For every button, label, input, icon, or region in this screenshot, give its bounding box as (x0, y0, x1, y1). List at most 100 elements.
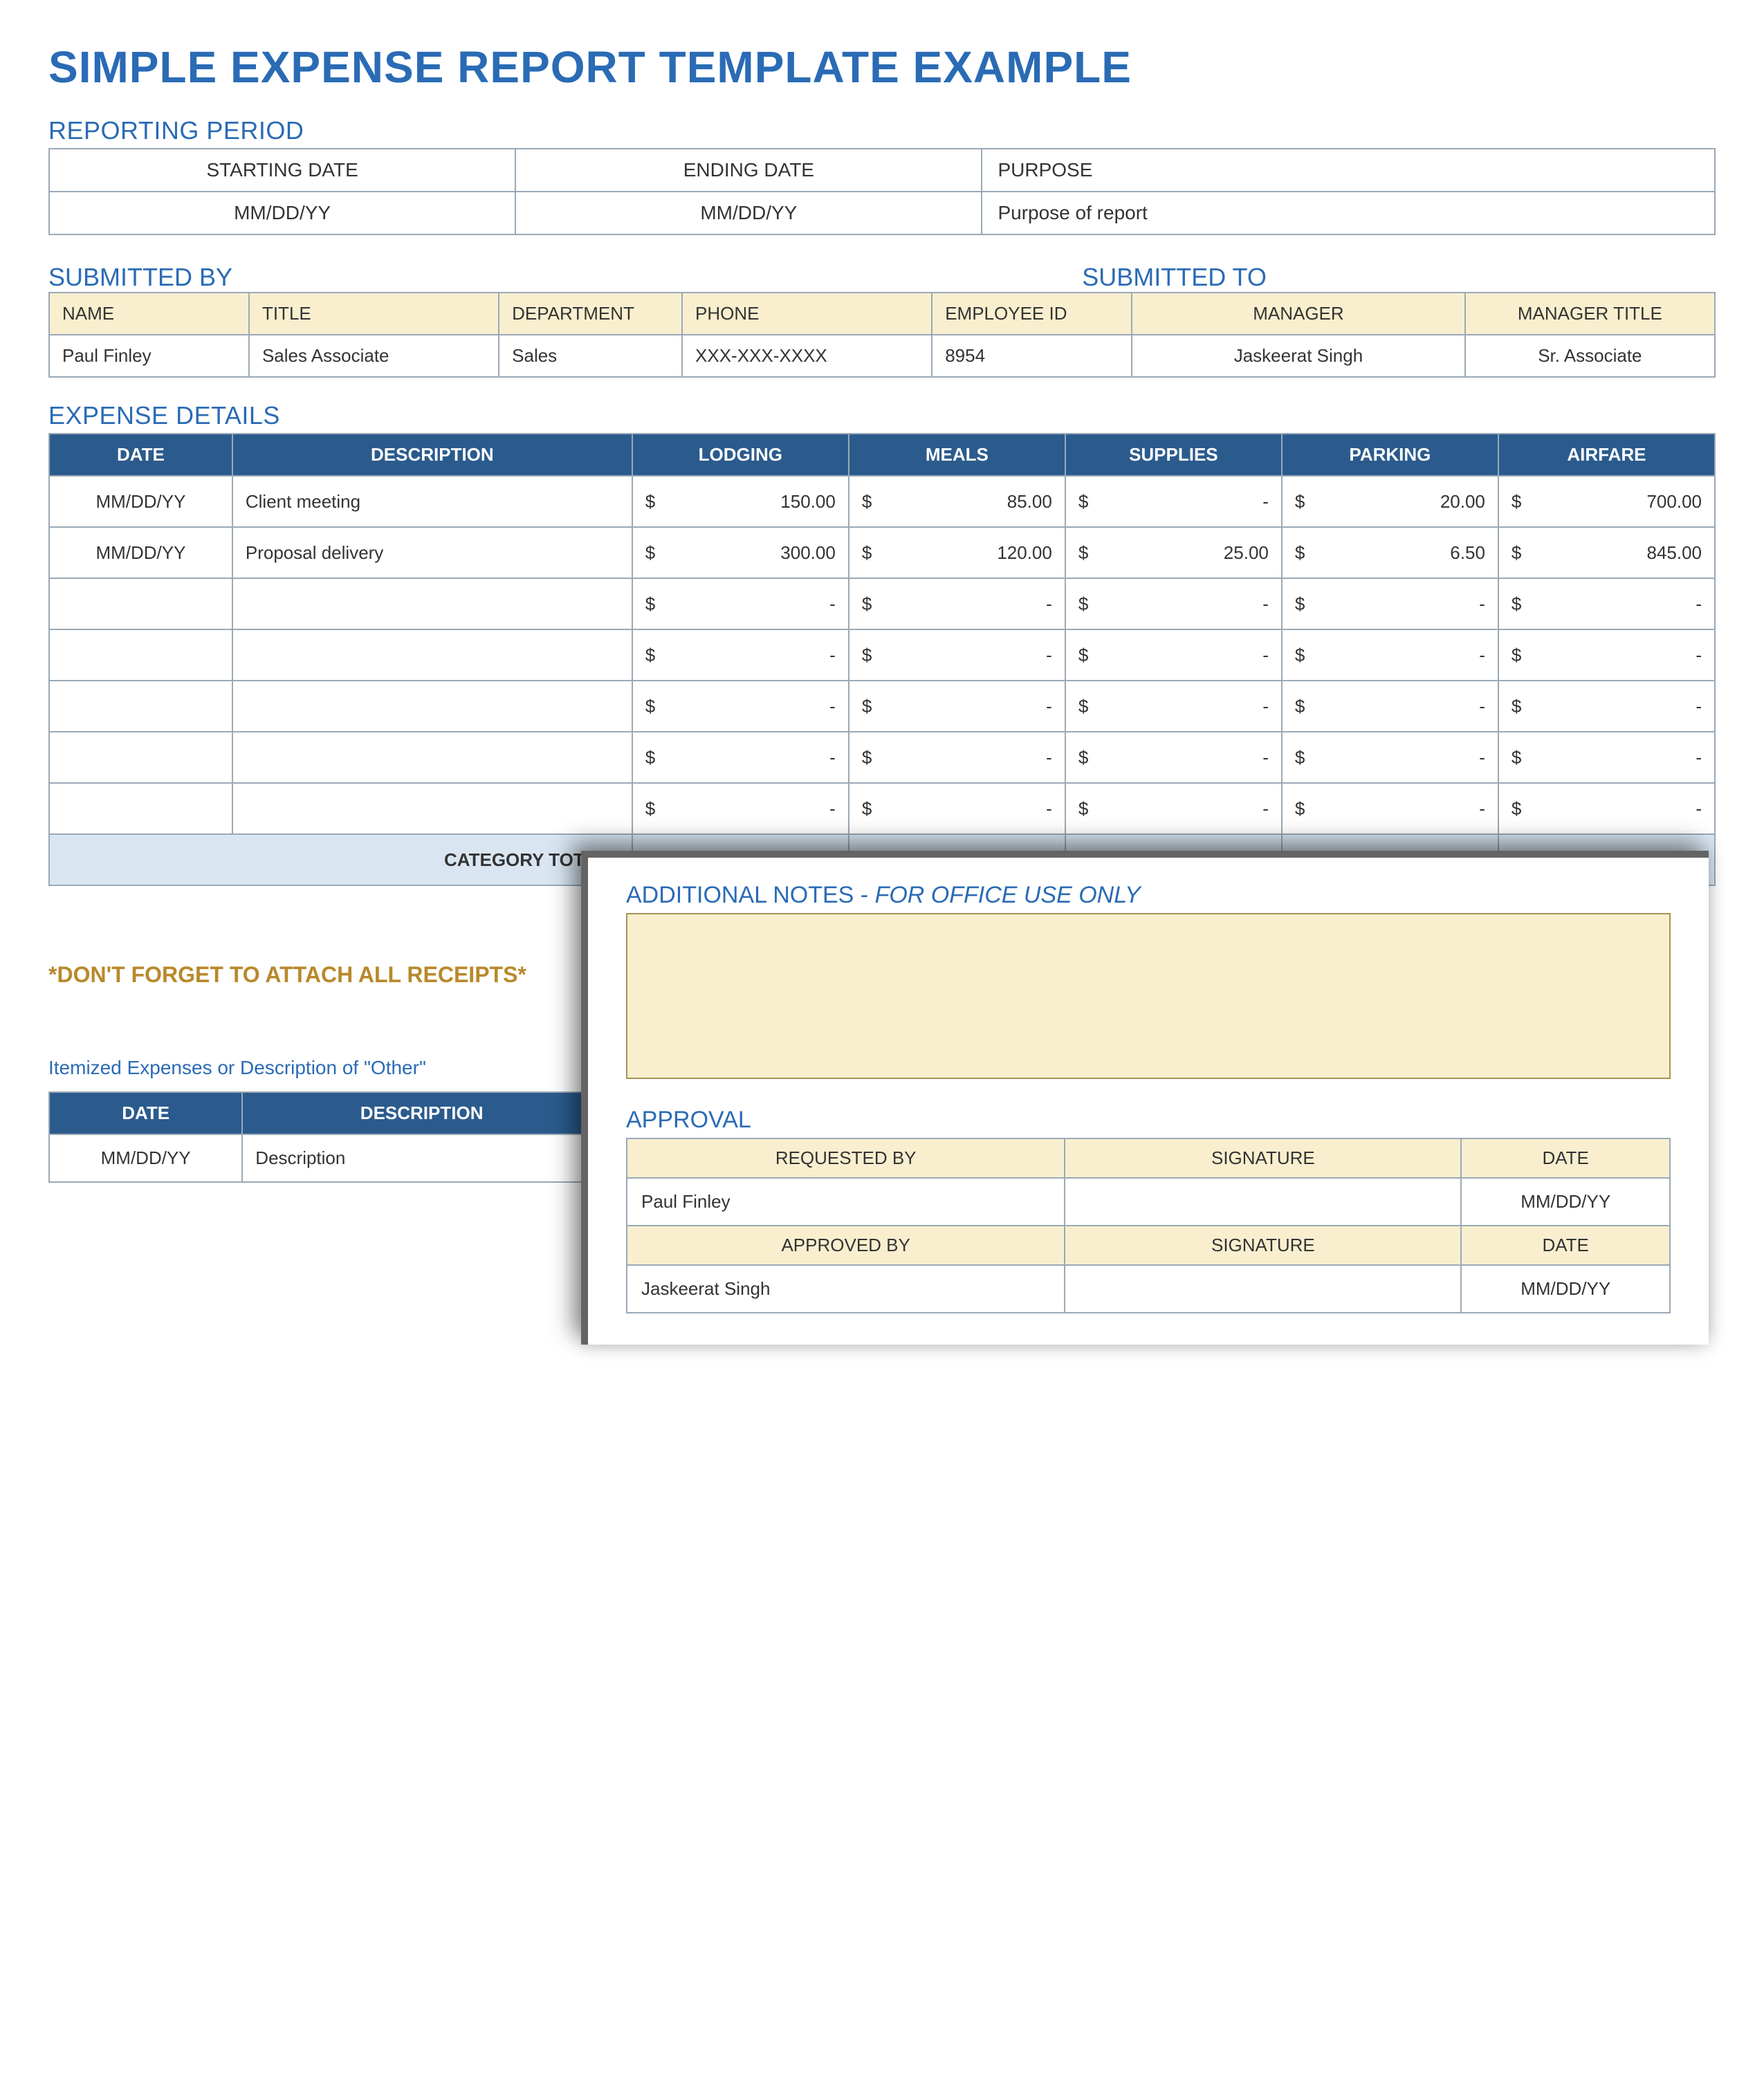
approval-label: APPROVAL (626, 1107, 1671, 1134)
employee-id-header: EMPLOYEE ID (932, 293, 1132, 335)
exp-lodging-cell[interactable]: $- (632, 629, 849, 681)
submitted-table: NAME TITLE DEPARTMENT PHONE EMPLOYEE ID … (48, 292, 1716, 378)
exp-parking-cell[interactable]: $- (1282, 732, 1498, 783)
exp-meals-cell[interactable]: $- (849, 578, 1065, 629)
manager-header: MANAGER (1132, 293, 1465, 335)
title-header: TITLE (249, 293, 499, 335)
exp-date-cell[interactable] (49, 783, 232, 834)
requested-date[interactable]: MM/DD/YY (1461, 1178, 1670, 1226)
date-header-2: DATE (1461, 1226, 1670, 1265)
approved-by-value[interactable]: Jaskeerat Singh (627, 1265, 1065, 1313)
exp-supplies-cell[interactable]: $- (1065, 732, 1282, 783)
employee-id-value[interactable]: 8954 (932, 335, 1132, 377)
exp-date-cell[interactable] (49, 578, 232, 629)
exp-parking-cell[interactable]: $20.00 (1282, 476, 1498, 527)
exp-supplies-cell[interactable]: $- (1065, 578, 1282, 629)
exp-airfare-cell[interactable]: $- (1498, 681, 1715, 732)
exp-parking-cell[interactable]: $- (1282, 681, 1498, 732)
exp-lodging-cell[interactable]: $- (632, 578, 849, 629)
exp-date-cell[interactable]: MM/DD/YY (49, 527, 232, 578)
exp-date-cell[interactable] (49, 681, 232, 732)
additional-notes-box[interactable] (626, 913, 1671, 1079)
expense-details-label: EXPENSE DETAILS (48, 401, 1716, 430)
exp-lodging-cell[interactable]: $150.00 (632, 476, 849, 527)
requested-by-header: REQUESTED BY (627, 1138, 1065, 1178)
exp-supplies-cell[interactable]: $- (1065, 476, 1282, 527)
submitted-to-label: SUBMITTED TO (1082, 263, 1716, 292)
requested-by-value[interactable]: Paul Finley (627, 1178, 1065, 1226)
approved-by-header: APPROVED BY (627, 1226, 1065, 1265)
exp-parking-cell[interactable]: $- (1282, 578, 1498, 629)
exp-lodging-cell[interactable]: $300.00 (632, 527, 849, 578)
department-value[interactable]: Sales (499, 335, 682, 377)
title-value[interactable]: Sales Associate (249, 335, 499, 377)
exp-airfare-header: AIRFARE (1498, 434, 1715, 476)
manager-title-header: MANAGER TITLE (1465, 293, 1715, 335)
starting-date-value[interactable]: MM/DD/YY (49, 192, 515, 234)
exp-airfare-cell[interactable]: $845.00 (1498, 527, 1715, 578)
exp-supplies-cell[interactable]: $25.00 (1065, 527, 1282, 578)
exp-date-header: DATE (49, 434, 232, 476)
exp-meals-cell[interactable]: $- (849, 681, 1065, 732)
reporting-period-label: REPORTING PERIOD (48, 116, 1716, 145)
exp-meals-cell[interactable]: $- (849, 629, 1065, 681)
exp-date-cell[interactable] (49, 732, 232, 783)
purpose-value[interactable]: Purpose of report (982, 192, 1715, 234)
exp-supplies-cell[interactable]: $- (1065, 681, 1282, 732)
department-header: DEPARTMENT (499, 293, 682, 335)
phone-value[interactable]: XXX-XXX-XXXX (682, 335, 932, 377)
starting-date-header: STARTING DATE (49, 149, 515, 192)
expense-row: MM/DD/YYClient meeting$150.00$85.00$-$20… (49, 476, 1715, 527)
name-value[interactable]: Paul Finley (49, 335, 249, 377)
exp-meals-cell[interactable]: $85.00 (849, 476, 1065, 527)
signature-header-1: SIGNATURE (1065, 1138, 1461, 1178)
additional-notes-label: ADDITIONAL NOTES - FOR OFFICE USE ONLY (626, 882, 1671, 909)
exp-lodging-cell[interactable]: $- (632, 681, 849, 732)
exp-lodging-cell[interactable]: $- (632, 732, 849, 783)
exp-description-header: DESCRIPTION (232, 434, 632, 476)
exp-meals-cell[interactable]: $- (849, 783, 1065, 834)
manager-value[interactable]: Jaskeerat Singh (1132, 335, 1465, 377)
exp-airfare-cell[interactable]: $- (1498, 783, 1715, 834)
purpose-header: PURPOSE (982, 149, 1715, 192)
exp-meals-header: MEALS (849, 434, 1065, 476)
exp-airfare-cell[interactable]: $- (1498, 732, 1715, 783)
phone-header: PHONE (682, 293, 932, 335)
submitted-by-label: SUBMITTED BY (48, 263, 232, 292)
exp-airfare-cell[interactable]: $- (1498, 578, 1715, 629)
exp-lodging-cell[interactable]: $- (632, 783, 849, 834)
ending-date-value[interactable]: MM/DD/YY (515, 192, 982, 234)
exp-date-cell[interactable]: MM/DD/YY (49, 476, 232, 527)
exp-date-cell[interactable] (49, 629, 232, 681)
approved-date[interactable]: MM/DD/YY (1461, 1265, 1670, 1313)
exp-lodging-header: LODGING (632, 434, 849, 476)
exp-supplies-header: SUPPLIES (1065, 434, 1282, 476)
exp-parking-cell[interactable]: $- (1282, 783, 1498, 834)
exp-description-cell[interactable] (232, 732, 632, 783)
name-header: NAME (49, 293, 249, 335)
reporting-period-table: STARTING DATE ENDING DATE PURPOSE MM/DD/… (48, 148, 1716, 235)
exp-description-cell[interactable] (232, 578, 632, 629)
exp-supplies-cell[interactable]: $- (1065, 629, 1282, 681)
expense-row: $-$-$-$-$- (49, 629, 1715, 681)
exp-description-cell[interactable] (232, 783, 632, 834)
exp-supplies-cell[interactable]: $- (1065, 783, 1282, 834)
expense-row: $-$-$-$-$- (49, 681, 1715, 732)
exp-description-cell[interactable] (232, 629, 632, 681)
exp-description-cell[interactable]: Client meeting (232, 476, 632, 527)
page-title: SIMPLE EXPENSE REPORT TEMPLATE EXAMPLE (48, 42, 1716, 93)
exp-meals-cell[interactable]: $- (849, 732, 1065, 783)
exp-description-cell[interactable] (232, 681, 632, 732)
approved-signature[interactable] (1065, 1265, 1461, 1313)
exp-description-cell[interactable]: Proposal delivery (232, 527, 632, 578)
requested-signature[interactable] (1065, 1178, 1461, 1226)
date-header-1: DATE (1461, 1138, 1670, 1178)
ending-date-header: ENDING DATE (515, 149, 982, 192)
exp-parking-cell[interactable]: $6.50 (1282, 527, 1498, 578)
exp-meals-cell[interactable]: $120.00 (849, 527, 1065, 578)
manager-title-value[interactable]: Sr. Associate (1465, 335, 1715, 377)
exp-airfare-cell[interactable]: $700.00 (1498, 476, 1715, 527)
exp-airfare-cell[interactable]: $- (1498, 629, 1715, 681)
exp-parking-cell[interactable]: $- (1282, 629, 1498, 681)
signature-header-2: SIGNATURE (1065, 1226, 1461, 1265)
